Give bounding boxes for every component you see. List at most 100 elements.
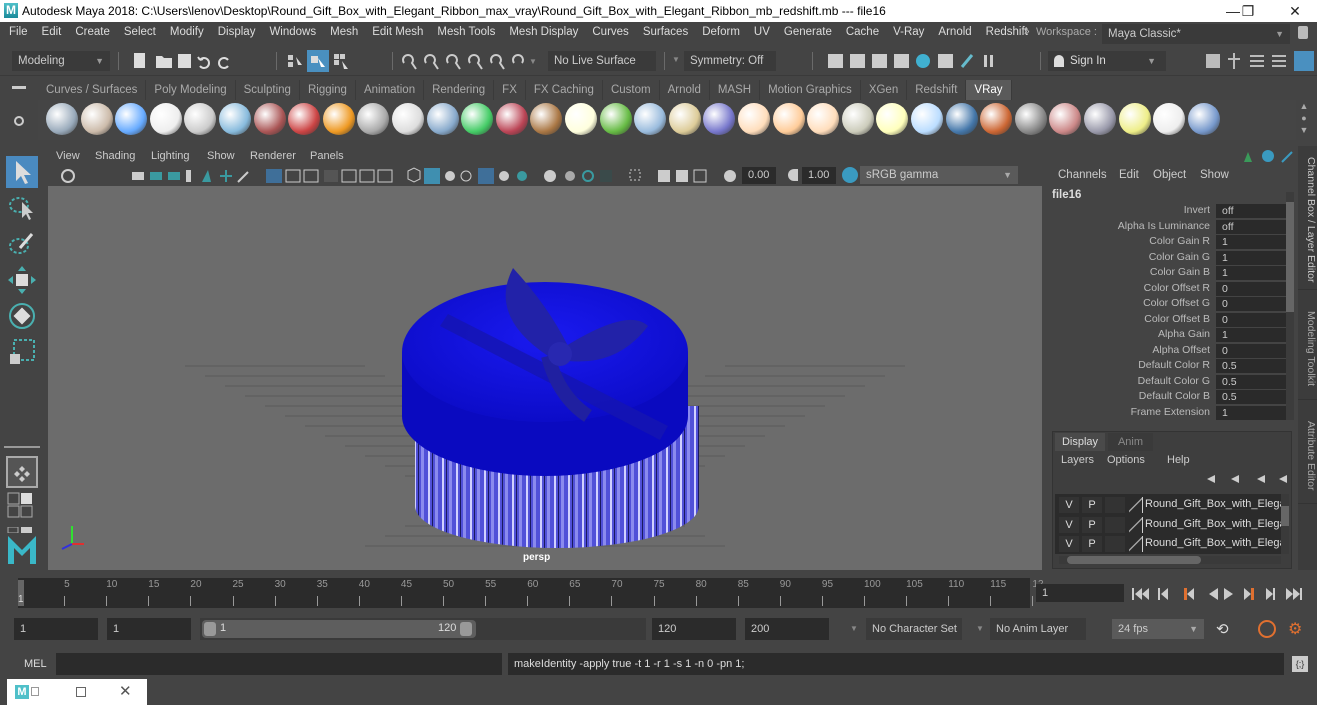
vray-camera-icon[interactable] (253, 103, 286, 135)
viewport-menu-renderer[interactable]: Renderer (250, 150, 296, 162)
layer-hscrollbar[interactable] (1059, 556, 1281, 564)
select-hierarchy-icon[interactable] (286, 51, 304, 71)
range-start-grip[interactable] (204, 622, 216, 636)
channel-value[interactable]: 0.5 (1216, 359, 1286, 373)
channel-menu-show[interactable]: Show (1200, 169, 1229, 181)
restore-icon[interactable] (31, 687, 39, 696)
select-object-icon[interactable] (307, 50, 329, 72)
chevron-down-icon[interactable]: ▼ (850, 624, 858, 633)
vray-sphere-icon[interactable] (945, 103, 978, 135)
viewport-persp[interactable]: persp (48, 186, 1042, 570)
shelf-tab-arnold[interactable]: Arnold (660, 80, 710, 100)
vray-lightlister-icon[interactable] (1084, 103, 1116, 135)
restore-button[interactable]: ❐ (1233, 2, 1263, 20)
character-set-field[interactable]: No Character Set (866, 618, 962, 640)
channel-value[interactable]: 0.5 (1216, 390, 1286, 404)
menu-vray[interactable]: V-Ray (886, 22, 931, 42)
layer-color-icon[interactable] (1129, 536, 1143, 552)
tab-anim[interactable]: Anim (1108, 433, 1153, 451)
symmetry-field[interactable]: Symmetry: Off (684, 51, 776, 71)
vray-light-lister-icon[interactable] (1118, 103, 1151, 135)
four-view-layout-icon[interactable] (6, 492, 38, 518)
channel-value[interactable]: 0 (1216, 312, 1286, 327)
chevron-down-icon[interactable]: ▼ (976, 624, 984, 633)
shelf-tab-rendering[interactable]: Rendering (424, 80, 495, 100)
layer-name[interactable]: Round_Gift_Box_with_Elega (1145, 498, 1286, 510)
tab-attribute-editor[interactable]: Attribute Editor (1298, 408, 1317, 504)
vray-import-icon[interactable] (80, 103, 113, 135)
current-frame-field[interactable]: 1 (1036, 584, 1124, 602)
select-component-icon[interactable] (332, 51, 350, 71)
channel-row[interactable]: Alpha Offset 0 (1046, 343, 1286, 360)
playback-toggle[interactable]: P (1082, 536, 1102, 552)
menu-create[interactable]: Create (68, 22, 117, 42)
channel-row[interactable]: Alpha Is Luminance off (1046, 219, 1286, 236)
shelf-tab-redshift[interactable]: Redshift (907, 80, 967, 100)
vray-half-sphere-icon[interactable] (980, 103, 1013, 135)
vray-ies-icon[interactable] (841, 103, 874, 135)
animation-end-field[interactable]: 200 (745, 618, 829, 640)
channel-row[interactable]: Color Offset R 0 (1046, 281, 1286, 298)
color-management-icon[interactable] (842, 167, 858, 183)
channel-row[interactable]: Color Gain B 1 (1046, 266, 1286, 282)
viewport-menu-view[interactable]: View (56, 150, 80, 162)
vray-log-icon[interactable] (184, 103, 217, 135)
shelf-tab-curves-surfaces[interactable]: Curves / Surfaces (38, 80, 147, 100)
shelf-tab-fx-caching[interactable]: FX Caching (526, 80, 603, 100)
vray-displacement-icon[interactable] (634, 103, 667, 135)
playback-start-field[interactable]: 1 (107, 618, 191, 640)
channel-value[interactable]: 1 (1216, 235, 1286, 249)
channel-value[interactable]: 0.5 (1216, 374, 1286, 389)
shelf-tab-fx[interactable]: FX (494, 80, 526, 100)
playback-end-field[interactable]: 120 (652, 618, 736, 640)
vray-curve-icon[interactable] (668, 103, 701, 135)
visibility-toggle[interactable]: V (1059, 536, 1079, 552)
lasso-tool-icon[interactable] (6, 192, 38, 224)
shelf-menu-icon[interactable] (12, 86, 26, 89)
menu-mesh-tools[interactable]: Mesh Tools (430, 22, 502, 42)
vray-cloud-icon[interactable] (1153, 103, 1186, 135)
range-end-grip[interactable] (460, 622, 472, 636)
layer-menu-layers[interactable]: Layers (1061, 454, 1094, 466)
shelf-tab-xgen[interactable]: XGen (861, 80, 908, 100)
channel-row[interactable]: Color Offset B 0 (1046, 312, 1286, 329)
menu-cache[interactable]: Cache (839, 22, 886, 42)
sign-in-button[interactable]: Sign In ▼ (1048, 51, 1166, 71)
scroll-thumb[interactable] (1067, 556, 1201, 564)
shelf-tab-vray[interactable]: VRay (966, 80, 1012, 100)
mel-input[interactable] (56, 653, 502, 675)
menu-generate[interactable]: Generate (777, 22, 839, 42)
menu-mesh[interactable]: Mesh (323, 22, 365, 42)
shelf-tab-custom[interactable]: Custom (603, 80, 660, 100)
close-button[interactable]: ✕ (1280, 2, 1310, 20)
channel-value[interactable]: 0 (1216, 297, 1286, 311)
vray-scatter-icon[interactable] (495, 103, 528, 135)
vray-checker-icon[interactable] (1014, 103, 1047, 135)
layer-color-icon[interactable] (1129, 497, 1143, 513)
layer-menu-options[interactable]: Options (1107, 454, 1145, 466)
scroll-thumb[interactable] (1286, 202, 1294, 312)
shelf-tab-poly-modeling[interactable]: Poly Modeling (146, 80, 236, 100)
channel-value[interactable]: 1 (1216, 405, 1286, 420)
auto-key-icon[interactable] (1258, 620, 1276, 638)
channel-row[interactable]: Default Color B 0.5 (1046, 390, 1286, 406)
chevron-down-icon[interactable]: ▼ (672, 55, 680, 64)
playback-toggle[interactable]: P (1082, 516, 1102, 533)
visibility-toggle[interactable]: V (1059, 497, 1079, 513)
channel-row[interactable]: Alpha Gain 1 (1046, 328, 1286, 344)
tab-modeling-toolkit[interactable]: Modeling Toolkit (1298, 298, 1317, 400)
layer-name[interactable]: Round_Gift_Box_with_Elega (1145, 537, 1286, 549)
menu-file[interactable]: File (2, 22, 35, 42)
vray-material-icon[interactable] (219, 103, 251, 135)
viewport-menu-lighting[interactable]: Lighting (151, 150, 190, 162)
time-slider[interactable]: 1 5 10 15 20 25 30 35 40 45 50 55 60 65 70 75 80 85 90 95 1… (18, 578, 1044, 608)
move-tool-icon[interactable] (6, 264, 38, 296)
layer-row[interactable]: V P Round_Gift_Box_with_Elega (1055, 516, 1286, 534)
select-tool-icon[interactable] (6, 156, 38, 188)
menu-edit[interactable]: Edit (35, 22, 69, 42)
channel-value[interactable]: 0 (1216, 343, 1286, 358)
playback-toggle[interactable]: P (1082, 497, 1102, 513)
channel-row[interactable]: Color Gain G 1 (1046, 250, 1286, 267)
channel-value[interactable]: 1 (1216, 328, 1286, 342)
menu-uv[interactable]: UV (747, 22, 777, 42)
